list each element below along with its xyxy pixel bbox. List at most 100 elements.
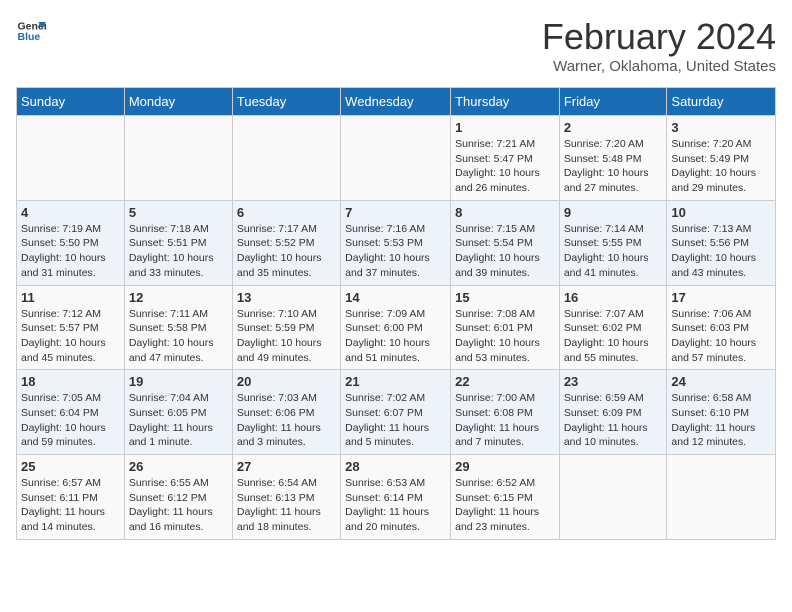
calendar-cell: 20 Sunrise: 7:03 AMSunset: 6:06 PMDayligh… [232,370,340,455]
week-row-3: 11 Sunrise: 7:12 AMSunset: 5:57 PMDayligh… [17,285,776,370]
calendar-cell: 27Sunrise: 6:54 AMSunset: 6:13 PMDayligh… [232,455,340,540]
calendar-cell: 17 Sunrise: 7:06 AMSunset: 6:03 PMDayligh… [667,285,776,370]
day-detail: Sunrise: 6:54 AMSunset: 6:13 PMDaylight:… [237,476,336,535]
day-number: 9 [564,205,663,220]
day-number: 24 [671,374,771,389]
day-number: 6 [237,205,336,220]
day-detail: Sunrise: 7:12 AMSunset: 5:57 PMDaylight:… [21,307,120,366]
week-row-5: 25 Sunrise: 6:57 AMSunset: 6:11 PMDayligh… [17,455,776,540]
calendar-cell [124,116,232,201]
calendar-cell: 10 Sunrise: 7:13 AMSunset: 5:56 PMDayligh… [667,200,776,285]
day-detail: Sunrise: 7:18 AMSunset: 5:51 PMDaylight:… [129,222,228,281]
day-number: 14 [345,290,446,305]
calendar-title: February 2024 [542,16,776,58]
calendar-cell: 5 Sunrise: 7:18 AMSunset: 5:51 PMDaylight… [124,200,232,285]
day-number: 21 [345,374,446,389]
calendar-cell: 7Sunrise: 7:16 AMSunset: 5:53 PMDaylight… [341,200,451,285]
page-header: General Blue February 2024 Warner, Oklah… [16,16,776,75]
day-detail: Sunrise: 6:55 AMSunset: 6:12 PMDaylight:… [129,476,228,535]
calendar-cell: 2 Sunrise: 7:20 AMSunset: 5:48 PMDaylight… [559,116,667,201]
header-friday: Friday [559,88,667,116]
week-row-2: 4 Sunrise: 7:19 AMSunset: 5:50 PMDaylight… [17,200,776,285]
day-number: 13 [237,290,336,305]
calendar-cell: 15Sunrise: 7:08 AMSunset: 6:01 PMDayligh… [451,285,560,370]
day-number: 17 [671,290,771,305]
day-detail: Sunrise: 7:17 AMSunset: 5:52 PMDaylight:… [237,222,336,281]
day-detail: Sunrise: 6:53 AMSunset: 6:14 PMDaylight:… [345,476,446,535]
calendar-cell: 1 Sunrise: 7:21 AMSunset: 5:47 PMDaylight… [451,116,560,201]
title-area: February 2024 Warner, Oklahoma, United S… [542,16,776,75]
day-detail: Sunrise: 6:52 AMSunset: 6:15 PMDaylight:… [455,476,555,535]
day-detail: Sunrise: 7:04 AMSunset: 6:05 PMDaylight:… [129,391,228,450]
calendar-cell: 3 Sunrise: 7:20 AMSunset: 5:49 PMDaylight… [667,116,776,201]
day-number: 29 [455,459,555,474]
calendar-cell: 11 Sunrise: 7:12 AMSunset: 5:57 PMDayligh… [17,285,125,370]
day-detail: Sunrise: 7:14 AMSunset: 5:55 PMDaylight:… [564,222,663,281]
day-detail: Sunrise: 7:02 AMSunset: 6:07 PMDaylight:… [345,391,446,450]
day-number: 20 [237,374,336,389]
calendar-cell: 14 Sunrise: 7:09 AMSunset: 6:00 PMDayligh… [341,285,451,370]
day-number: 19 [129,374,228,389]
calendar-cell [232,116,340,201]
day-detail: Sunrise: 7:13 AMSunset: 5:56 PMDaylight:… [671,222,771,281]
calendar-cell [559,455,667,540]
day-detail: Sunrise: 7:19 AMSunset: 5:50 PMDaylight:… [21,222,120,281]
calendar-cell: 13Sunrise: 7:10 AMSunset: 5:59 PMDayligh… [232,285,340,370]
day-number: 11 [21,290,120,305]
calendar-header-row: SundayMondayTuesdayWednesdayThursdayFrid… [17,88,776,116]
calendar-cell: 21 Sunrise: 7:02 AMSunset: 6:07 PMDayligh… [341,370,451,455]
header-thursday: Thursday [451,88,560,116]
header-tuesday: Tuesday [232,88,340,116]
day-number: 18 [21,374,120,389]
day-detail: Sunrise: 6:58 AMSunset: 6:10 PMDaylight:… [671,391,771,450]
logo-icon: General Blue [16,16,46,46]
calendar-cell: 12Sunrise: 7:11 AMSunset: 5:58 PMDayligh… [124,285,232,370]
day-detail: Sunrise: 7:03 AMSunset: 6:06 PMDaylight:… [237,391,336,450]
day-number: 23 [564,374,663,389]
calendar-cell: 9 Sunrise: 7:14 AMSunset: 5:55 PMDaylight… [559,200,667,285]
day-number: 5 [129,205,228,220]
day-number: 2 [564,120,663,135]
calendar-cell: 22 Sunrise: 7:00 AMSunset: 6:08 PMDayligh… [451,370,560,455]
week-row-1: 1 Sunrise: 7:21 AMSunset: 5:47 PMDaylight… [17,116,776,201]
calendar-cell: 23Sunrise: 6:59 AMSunset: 6:09 PMDayligh… [559,370,667,455]
week-row-4: 18 Sunrise: 7:05 AMSunset: 6:04 PMDayligh… [17,370,776,455]
svg-text:Blue: Blue [18,31,41,43]
calendar-cell: 24 Sunrise: 6:58 AMSunset: 6:10 PMDayligh… [667,370,776,455]
calendar-cell: 29 Sunrise: 6:52 AMSunset: 6:15 PMDayligh… [451,455,560,540]
day-detail: Sunrise: 7:00 AMSunset: 6:08 PMDaylight:… [455,391,555,450]
header-sunday: Sunday [17,88,125,116]
day-number: 1 [455,120,555,135]
day-detail: Sunrise: 7:08 AMSunset: 6:01 PMDaylight:… [455,307,555,366]
day-detail: Sunrise: 6:57 AMSunset: 6:11 PMDaylight:… [21,476,120,535]
calendar-cell: 28 Sunrise: 6:53 AMSunset: 6:14 PMDayligh… [341,455,451,540]
calendar-cell: 19 Sunrise: 7:04 AMSunset: 6:05 PMDayligh… [124,370,232,455]
day-detail: Sunrise: 7:20 AMSunset: 5:49 PMDaylight:… [671,137,771,196]
day-number: 10 [671,205,771,220]
day-detail: Sunrise: 7:20 AMSunset: 5:48 PMDaylight:… [564,137,663,196]
day-number: 28 [345,459,446,474]
day-number: 7 [345,205,446,220]
calendar-cell [667,455,776,540]
day-number: 4 [21,205,120,220]
day-number: 8 [455,205,555,220]
calendar-cell: 8 Sunrise: 7:15 AMSunset: 5:54 PMDaylight… [451,200,560,285]
day-number: 3 [671,120,771,135]
calendar-cell [341,116,451,201]
day-detail: Sunrise: 7:09 AMSunset: 6:00 PMDaylight:… [345,307,446,366]
day-detail: Sunrise: 7:15 AMSunset: 5:54 PMDaylight:… [455,222,555,281]
day-detail: Sunrise: 7:06 AMSunset: 6:03 PMDaylight:… [671,307,771,366]
day-detail: Sunrise: 7:05 AMSunset: 6:04 PMDaylight:… [21,391,120,450]
calendar-cell: 16 Sunrise: 7:07 AMSunset: 6:02 PMDayligh… [559,285,667,370]
calendar-cell [17,116,125,201]
day-number: 16 [564,290,663,305]
calendar-cell: 4 Sunrise: 7:19 AMSunset: 5:50 PMDaylight… [17,200,125,285]
day-number: 22 [455,374,555,389]
header-saturday: Saturday [667,88,776,116]
day-detail: Sunrise: 7:21 AMSunset: 5:47 PMDaylight:… [455,137,555,196]
calendar-cell: 6 Sunrise: 7:17 AMSunset: 5:52 PMDaylight… [232,200,340,285]
day-number: 26 [129,459,228,474]
day-detail: Sunrise: 7:07 AMSunset: 6:02 PMDaylight:… [564,307,663,366]
day-number: 25 [21,459,120,474]
calendar-table: SundayMondayTuesdayWednesdayThursdayFrid… [16,87,776,540]
